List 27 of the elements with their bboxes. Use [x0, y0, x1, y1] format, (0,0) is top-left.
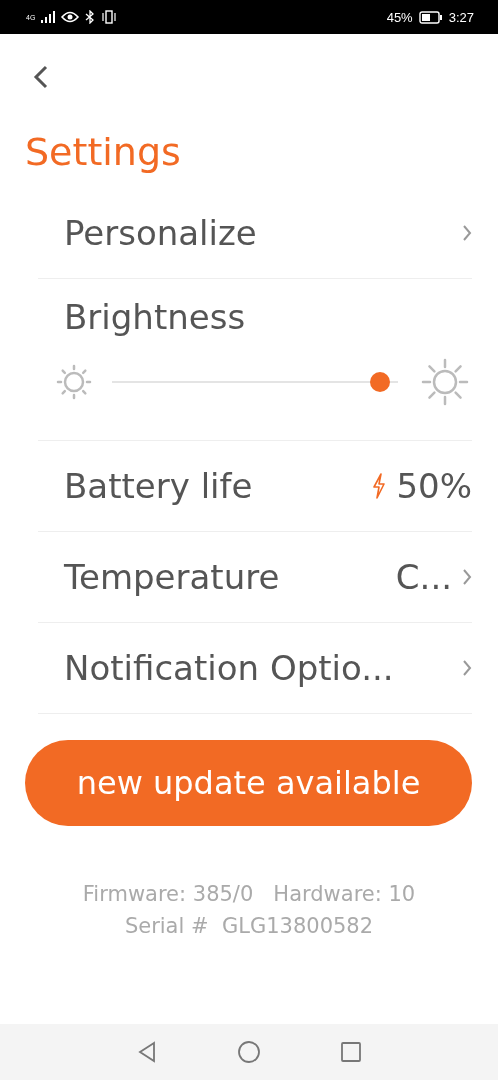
home-nav-icon[interactable] — [237, 1040, 261, 1064]
device-info: Serial # GLG13800582 — [123, 912, 375, 940]
signal-icon — [41, 11, 56, 23]
sun-small-icon — [56, 363, 92, 400]
back-nav-icon[interactable] — [137, 1041, 157, 1063]
recents-nav-icon[interactable] — [341, 1042, 361, 1062]
vibrate-icon — [101, 10, 118, 24]
setting-label[interactable]: Temperature — [64, 556, 280, 597]
setting-label[interactable]: Notification Optio... — [64, 647, 394, 688]
setting-label: Battery life — [64, 465, 253, 506]
back-icon[interactable] — [32, 64, 50, 90]
setting-label[interactable]: Personalize — [64, 212, 257, 253]
battery-icon — [418, 10, 443, 24]
slider-thumb[interactable] — [370, 371, 390, 392]
setting-label: Brightness — [63, 296, 247, 337]
clock: 3:27 — [448, 9, 474, 25]
battery-value: 50% — [396, 465, 472, 506]
page-title: Settings — [25, 130, 182, 176]
bluetooth-icon — [85, 10, 96, 24]
chevron-right-icon — [462, 567, 472, 586]
eye-icon — [61, 11, 80, 23]
chevron-right-icon — [462, 223, 472, 242]
battery-percent: 45% — [386, 9, 413, 25]
setting-value: C... — [395, 556, 452, 597]
lightning-icon — [372, 472, 387, 499]
device-info: Firmware: 385/0 Hardware: 10 — [81, 880, 417, 908]
chevron-right-icon — [462, 658, 472, 677]
